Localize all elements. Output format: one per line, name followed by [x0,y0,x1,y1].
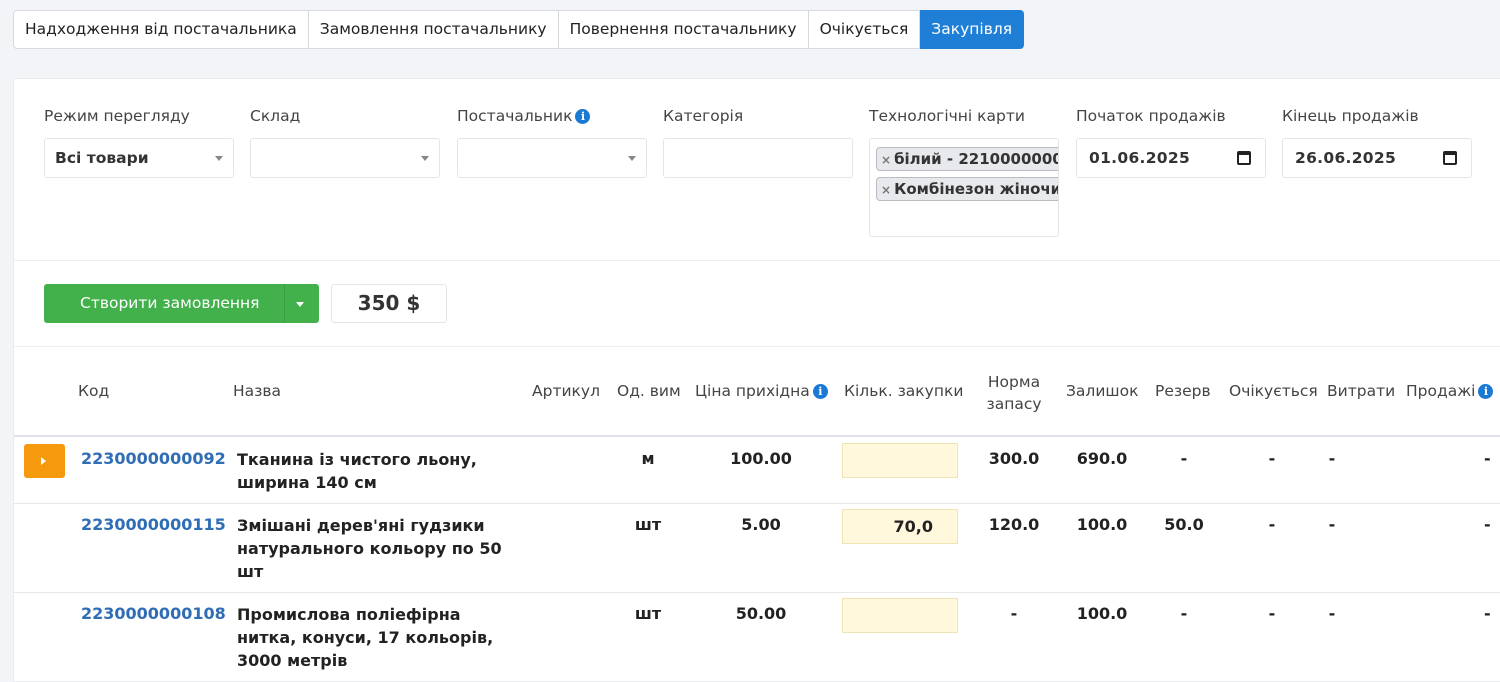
purchase-qty-input[interactable]: 70,0 [842,509,958,544]
unit-cell: м [641,449,655,468]
reserve-cell: 50.0 [1164,515,1204,534]
row-separator [14,592,1500,593]
tab-supplier-receipts[interactable]: Надходження від постачальника [13,10,309,49]
chevron-down-icon [421,156,429,161]
header-sales-label: Продажі [1406,382,1476,400]
sales-start-date-input[interactable]: 01.06.2025 [1076,138,1266,178]
price-cell: 50.00 [735,604,787,623]
product-name: Змішані дерев'яні гудзики натурального к… [237,516,502,581]
sales-end-date-input[interactable]: 26.06.2025 [1282,138,1472,178]
supplier-label-text: Постачальник [457,107,573,125]
tab-purchasing[interactable]: Закупівля [920,10,1025,49]
tab-supplier-returns[interactable]: Повернення постачальнику [558,10,809,49]
row-separator [14,503,1500,504]
product-name: Тканина із чистого льону, ширина 140 см [237,450,477,492]
header-norm[interactable]: Норма запасу [974,371,1054,415]
sales-start-label: Початок продажів [1076,107,1226,125]
category-input[interactable] [663,138,853,178]
header-name[interactable]: Назва [233,382,281,400]
info-icon[interactable]: i [812,384,828,399]
header-price-label: Ціна прихідна [695,382,810,400]
stock-cell: 690.0 [1076,449,1128,468]
tech-cards-multiselect[interactable]: × білий - 2210000000 × Комбінезон жіночи [869,138,1059,237]
info-icon[interactable]: i [1478,384,1494,399]
remove-chip-icon[interactable]: × [881,153,891,167]
category-label: Категорія [663,107,744,125]
header-costs[interactable]: Витрати [1327,382,1395,400]
button-separator [284,284,285,323]
sales-start-value: 01.06.2025 [1089,149,1191,167]
unit-cell: шт [634,604,662,623]
sales-end-value: 26.06.2025 [1295,149,1397,167]
chevron-down-icon [628,156,636,161]
tab-bar: Надходження від постачальника Замовлення… [13,10,1025,49]
purchasing-panel: Режим перегляду Всі товари Склад Постача… [13,78,1500,682]
view-mode-value: Всі товари [55,149,149,167]
tech-cards-label: Технологічні карти [869,107,1025,125]
warehouse-select[interactable] [250,138,440,178]
header-expected[interactable]: Очікується [1229,382,1318,400]
stock-cell: 100.0 [1076,515,1128,534]
header-price[interactable]: Ціна прихідна i [695,382,828,400]
product-code-link[interactable]: 2230000000115 [81,515,226,534]
tech-card-chip-label: білий - 2210000000 [894,150,1059,168]
create-order-button[interactable]: Створити замовлення [44,284,319,323]
purchase-qty-input[interactable] [842,443,958,478]
tech-card-chip: × Комбінезон жіночи [876,177,1059,201]
sales-cell: - [1484,604,1491,623]
stock-cell: 100.0 [1076,604,1128,623]
sales-cell: - [1484,515,1491,534]
table-header-border [14,435,1500,437]
calendar-icon[interactable] [1237,151,1251,165]
sales-end-label: Кінець продажів [1282,107,1419,125]
header-code[interactable]: Код [78,382,109,400]
warehouse-label: Склад [250,107,301,125]
header-qty[interactable]: Кільк. закупки [844,382,963,400]
purchase-qty-input[interactable] [842,598,958,633]
supplier-select[interactable] [457,138,647,178]
tab-supplier-orders[interactable]: Замовлення постачальнику [308,10,559,49]
costs-cell: - [1328,604,1336,623]
sales-cell: - [1484,449,1491,468]
price-cell: 100.00 [730,449,792,468]
divider [14,346,1500,347]
tech-card-chip: × білий - 2210000000 [876,147,1059,171]
header-stock[interactable]: Залишок [1066,382,1138,400]
costs-cell: - [1328,515,1336,534]
price-cell: 5.00 [741,515,781,534]
info-icon[interactable]: i [575,109,591,124]
product-name: Промислова поліефірна нитка, конуси, 17 … [237,605,494,670]
view-mode-label: Режим перегляду [44,107,190,125]
caret-right-icon [41,457,46,465]
reserve-cell: - [1180,449,1188,468]
chevron-down-icon [215,156,223,161]
calendar-icon[interactable] [1443,151,1457,165]
tech-card-chip-label: Комбінезон жіночи [894,180,1059,198]
header-norm-line2: запасу [986,395,1042,413]
header-norm-line1: Норма [987,373,1041,391]
view-mode-select[interactable]: Всі товари [44,138,234,178]
tab-expected[interactable]: Очікується [808,10,921,49]
norm-cell: 300.0 [988,449,1040,468]
caret-down-icon[interactable] [296,302,304,307]
norm-cell: - [1010,604,1018,623]
order-total: 350 $ [331,284,447,323]
expand-row-button[interactable] [24,444,65,478]
remove-chip-icon[interactable]: × [881,183,891,197]
product-code-link[interactable]: 2230000000108 [81,604,226,623]
norm-cell: 120.0 [988,515,1040,534]
header-reserve[interactable]: Резерв [1155,382,1211,400]
costs-cell: - [1328,449,1336,468]
reserve-cell: - [1180,604,1188,623]
create-order-label: Створити замовлення [80,294,260,312]
header-article[interactable]: Артикул [532,382,600,400]
header-sales[interactable]: Продажі i [1406,382,1494,400]
product-code-link[interactable]: 2230000000092 [81,449,226,468]
divider [14,260,1500,261]
supplier-label: Постачальник i [457,107,591,125]
unit-cell: шт [634,515,662,534]
header-unit[interactable]: Од. вим [617,382,681,400]
